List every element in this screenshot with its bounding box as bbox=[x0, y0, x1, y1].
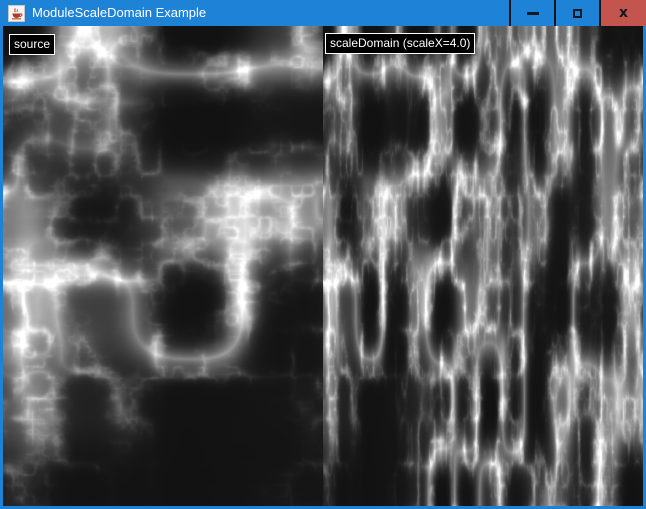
maximize-icon bbox=[573, 9, 582, 18]
panel-source: source bbox=[3, 26, 323, 506]
app-window: ModuleScaleDomain Example x source scale… bbox=[0, 0, 646, 509]
source-noise-canvas bbox=[3, 26, 323, 506]
panel-label-source: source bbox=[9, 34, 55, 55]
panel-label-scaledomain: scaleDomain (scaleX=4.0) bbox=[325, 33, 475, 54]
java-coffee-cup-icon bbox=[8, 5, 25, 22]
panel-scaledomain: scaleDomain (scaleX=4.0) bbox=[323, 26, 643, 506]
close-icon: x bbox=[619, 6, 628, 20]
titlebar[interactable]: ModuleScaleDomain Example x bbox=[0, 0, 646, 26]
window-title: ModuleScaleDomain Example bbox=[32, 0, 206, 26]
render-area: source scaleDomain (scaleX=4.0) bbox=[3, 26, 643, 506]
minimize-icon bbox=[527, 12, 539, 15]
scaledomain-noise-canvas bbox=[323, 26, 643, 506]
window-controls: x bbox=[509, 0, 646, 26]
close-button[interactable]: x bbox=[599, 0, 646, 26]
minimize-button[interactable] bbox=[509, 0, 554, 26]
maximize-button[interactable] bbox=[554, 0, 599, 26]
